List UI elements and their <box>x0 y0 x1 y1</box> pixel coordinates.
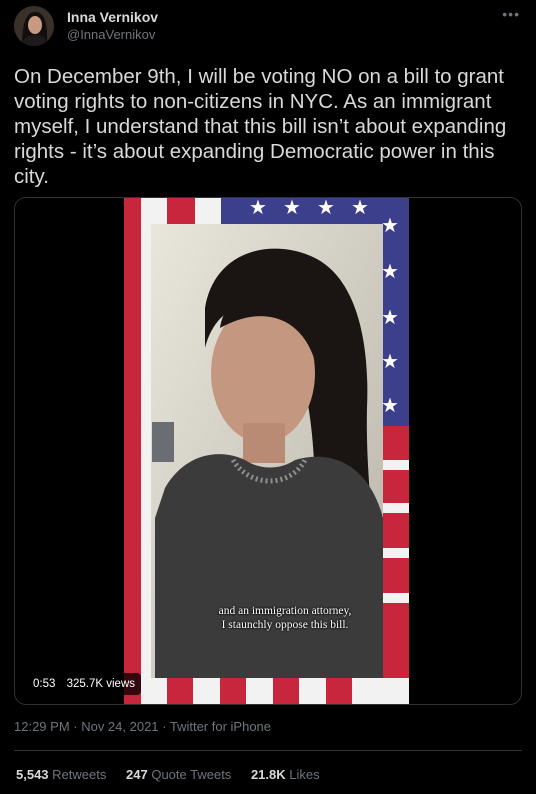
divider <box>14 750 522 751</box>
quote-tweets-count: 247 <box>126 767 148 782</box>
quote-tweets-label: Quote Tweets <box>151 767 232 782</box>
caption-line: I staunchly oppose this bill. <box>221 619 349 631</box>
author-name[interactable]: Inna Vernikov <box>67 9 158 25</box>
likes-count: 21.8K <box>250 767 286 782</box>
author-handle[interactable]: @InnaVernikov <box>67 27 155 42</box>
video-player[interactable]: ★ ★ ★ ★ ★ ★ ★ ★ ★ and an immigration att… <box>14 197 522 705</box>
retweets-label: Retweets <box>52 767 107 782</box>
tweet-timestamp[interactable]: 12:29 PM · Nov 24, 2021 · Twitter for iP… <box>14 719 271 734</box>
tweet-stats: 5,543 Retweets 247 Quote Tweets 21.8K Li… <box>16 767 336 782</box>
svg-text:★: ★ <box>381 259 399 283</box>
caption-line: and an immigration attorney, <box>218 605 352 617</box>
tweet-text: On December 9th, I will be voting NO on … <box>14 65 507 188</box>
tweet-header: Inna Vernikov @InnaVernikov ••• <box>12 6 524 50</box>
more-horizontal-icon[interactable]: ••• <box>502 6 520 22</box>
retweets-count: 5,543 <box>16 767 49 782</box>
video-caption: and an immigration attorney, I staunchly… <box>165 604 405 632</box>
avatar[interactable] <box>14 6 54 46</box>
svg-text:★: ★ <box>351 198 369 219</box>
svg-text:★: ★ <box>381 349 399 373</box>
svg-text:★: ★ <box>249 198 267 219</box>
video-views: 325.7K views <box>66 678 135 690</box>
likes-label: Likes <box>289 767 320 782</box>
svg-text:★: ★ <box>381 305 399 329</box>
likes-stat[interactable]: 21.8K Likes <box>251 767 320 782</box>
svg-text:★: ★ <box>381 213 399 237</box>
svg-text:★: ★ <box>283 198 301 219</box>
quote-tweets-stat[interactable]: 247 Quote Tweets <box>126 767 231 782</box>
retweets-stat[interactable]: 5,543 Retweets <box>16 767 106 782</box>
video-stats-badge: 0:53 325.7K views <box>27 673 141 695</box>
svg-text:★: ★ <box>381 393 399 417</box>
svg-text:★: ★ <box>317 198 335 219</box>
video-duration: 0:53 <box>33 678 56 690</box>
